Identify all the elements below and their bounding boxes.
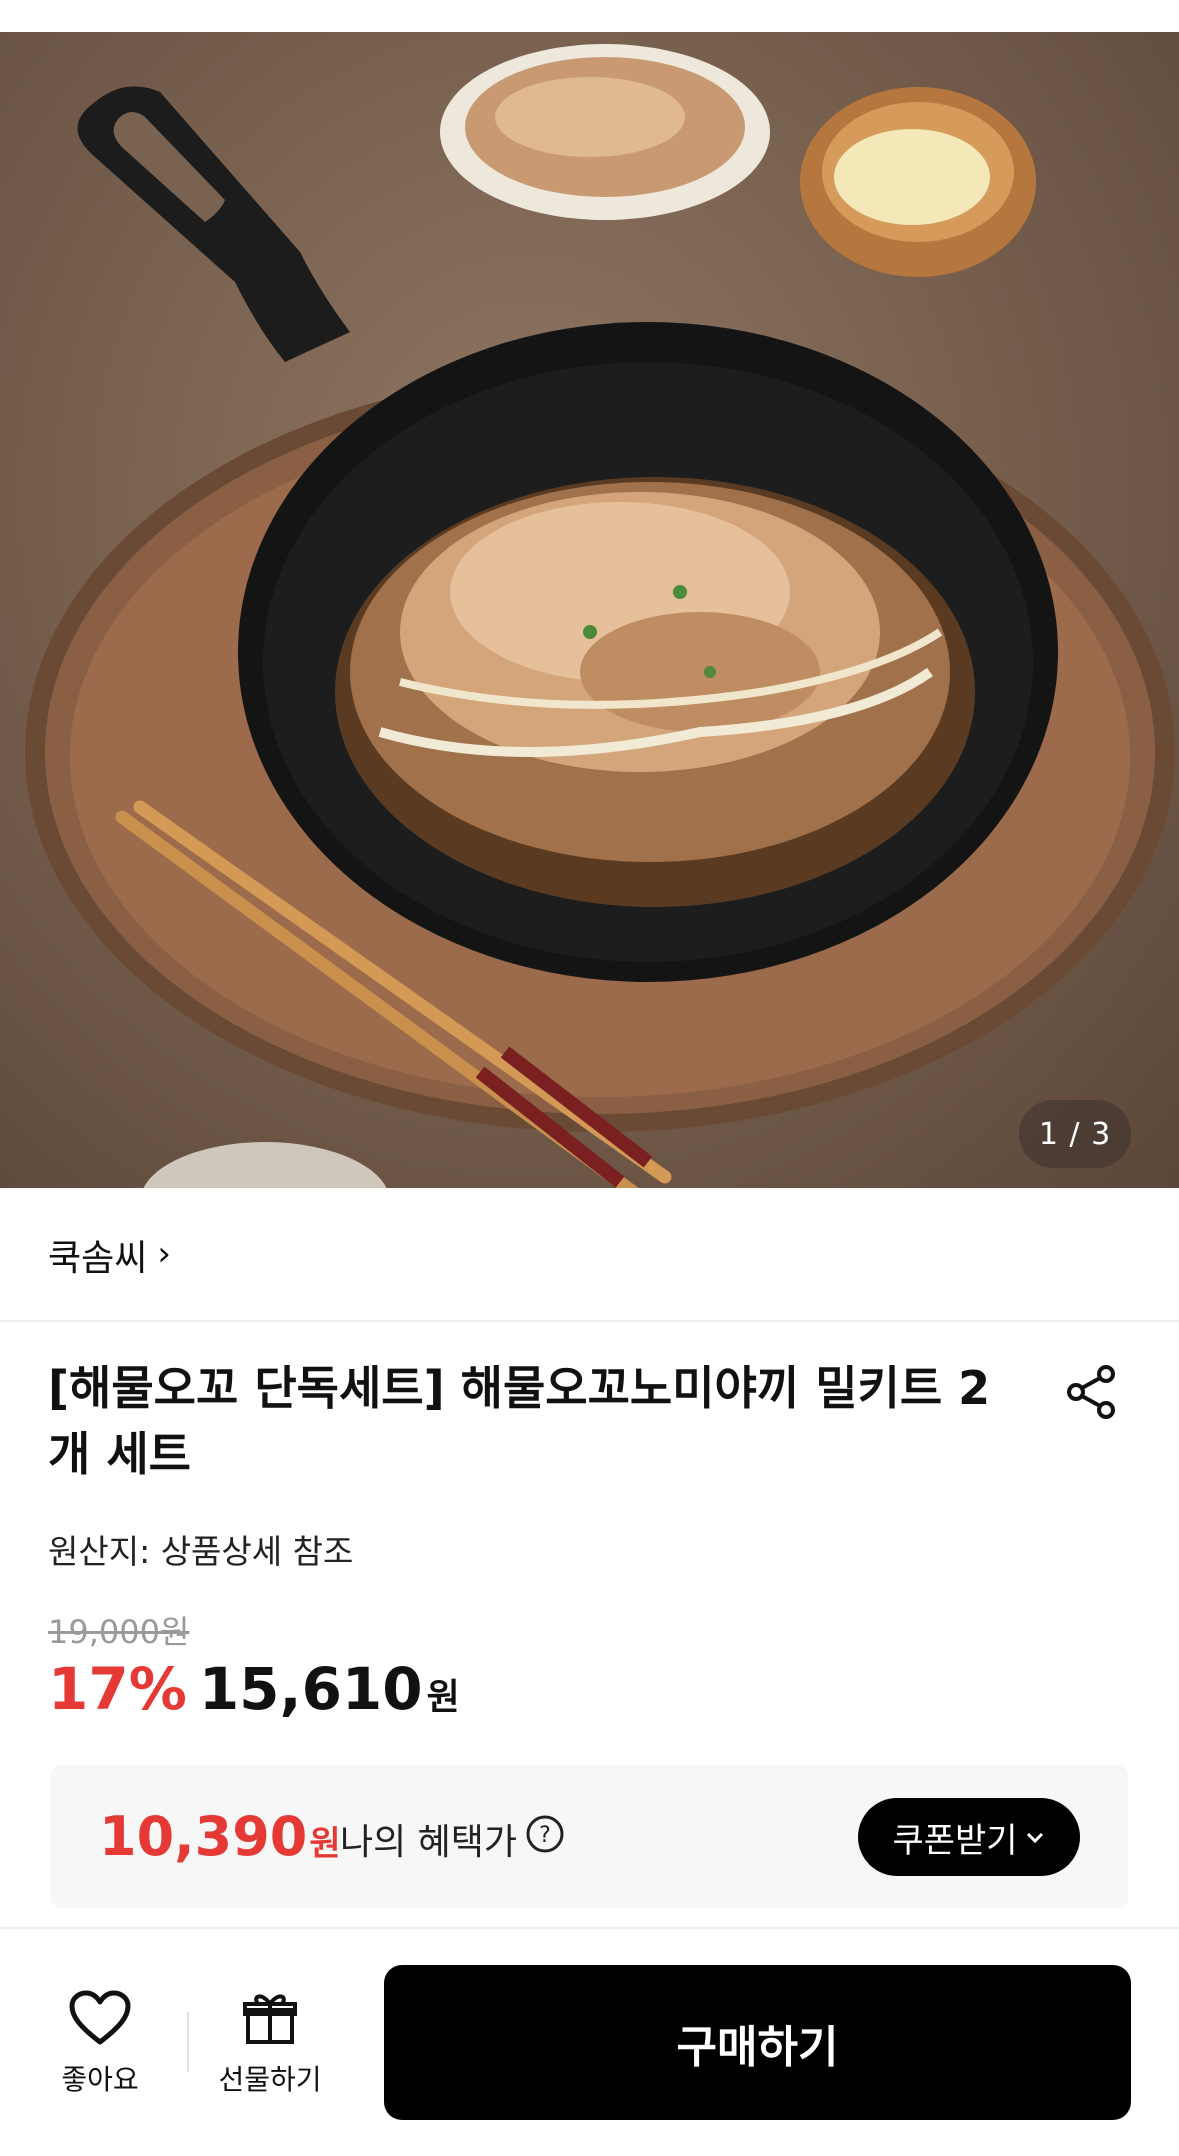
divider — [0, 1320, 1179, 1322]
chevron-right-icon: › — [157, 1234, 171, 1274]
help-icon[interactable]: ? — [525, 1814, 565, 1854]
price-unit: 원 — [426, 1677, 460, 1718]
shop-name: 쿡솜씨 — [48, 1238, 148, 1279]
gift-button[interactable]: 선물하기 — [210, 1990, 330, 2098]
buy-button-label: 구매하기 — [676, 2021, 839, 2073]
gift-label: 선물하기 — [218, 2063, 322, 2096]
benefit-label: 나의 혜택가 — [340, 1822, 518, 1863]
image-counter: 1 / 3 — [1019, 1100, 1131, 1168]
benefit-price: 10,390 원 — [99, 1805, 341, 1868]
shop-link[interactable]: 쿡솜씨 › — [48, 1225, 171, 1285]
price-row: 17% 15,610 원 — [48, 1655, 460, 1723]
coupon-button[interactable]: 쿠폰받기 — [858, 1798, 1080, 1876]
origin-text: 원산지: 상품상세 참조 — [48, 1532, 354, 1571]
svg-text:?: ? — [539, 1823, 551, 1848]
discount-rate: 17% — [48, 1655, 187, 1723]
benefit-price-value: 10,390 — [99, 1805, 308, 1868]
benefit-price-unit: 원 — [309, 1824, 341, 1864]
coupon-button-label: 쿠폰받기 — [892, 1820, 1018, 1861]
benefit-box: 10,390 원 나의 혜택가 ? 쿠폰받기 — [51, 1765, 1128, 1908]
share-icon[interactable] — [1062, 1362, 1122, 1422]
buy-button[interactable]: 구매하기 — [384, 1965, 1131, 2120]
heart-icon — [69, 1990, 131, 2045]
like-button[interactable]: 좋아요 — [52, 1990, 148, 2098]
product-title: [해물오꼬 단독세트] 해물오꼬노미야끼 밀키트 2개 세트 — [48, 1361, 991, 1481]
sale-price: 15,610 — [198, 1655, 423, 1723]
chevron-down-icon — [1026, 1832, 1043, 1844]
original-price: 19,000원 — [48, 1613, 190, 1651]
gift-icon — [243, 1994, 297, 2044]
bar-separator — [187, 2012, 189, 2072]
like-label: 좋아요 — [61, 2063, 139, 2096]
product-image[interactable]: 1 / 3 — [0, 32, 1179, 1188]
divider — [0, 1927, 1179, 1929]
product-photo — [25, 44, 1175, 1188]
